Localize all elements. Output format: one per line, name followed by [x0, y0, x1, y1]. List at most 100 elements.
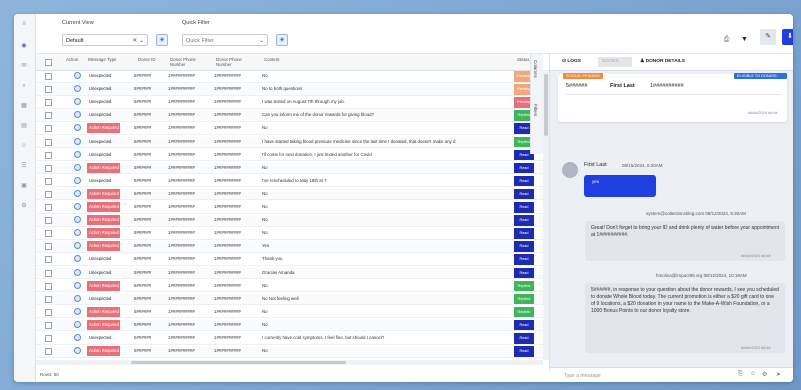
edit-icon[interactable]: ✎	[760, 29, 776, 45]
messages-icon[interactable]: ✉	[20, 62, 28, 70]
table-row[interactable]: Unexpected 5###### 1########## 1########## I…	[36, 333, 543, 345]
view-message-icon[interactable]	[74, 334, 81, 341]
row-checkbox[interactable]	[45, 295, 52, 303]
view-message-icon[interactable]	[74, 150, 81, 158]
view-message-icon[interactable]	[74, 268, 81, 276]
view-message-icon[interactable]	[74, 163, 81, 171]
menu-icon[interactable]: ≡	[20, 20, 28, 28]
tab-notes[interactable]: NOTES	[598, 57, 632, 67]
apply-filter-button[interactable]: ◈	[276, 34, 288, 46]
table-row[interactable]: Unexpected 5###### 1########## 1########## C…	[36, 110, 543, 122]
save-view-button[interactable]: ◈	[156, 34, 168, 46]
dashboard-icon[interactable]: ◉	[20, 42, 28, 50]
vertical-scrollbar[interactable]	[543, 70, 549, 360]
view-message-icon[interactable]	[74, 307, 81, 315]
calendar-icon[interactable]: ▦	[20, 102, 28, 110]
row-checkbox[interactable]	[45, 125, 52, 133]
select-all-checkbox[interactable]	[45, 59, 52, 66]
row-checkbox[interactable]	[45, 204, 52, 211]
view-message-icon[interactable]	[74, 229, 81, 237]
row-checkbox[interactable]	[45, 308, 52, 316]
horizontal-scrollbar[interactable]	[36, 360, 543, 365]
view-message-icon[interactable]	[74, 176, 81, 184]
current-view-select[interactable]: Default ✕ ⌄	[62, 34, 148, 46]
row-checkbox[interactable]	[45, 282, 52, 290]
row-checkbox[interactable]	[45, 230, 52, 238]
view-message-icon[interactable]	[74, 203, 81, 210]
row-checkbox[interactable]	[45, 348, 52, 356]
row-checkbox[interactable]	[45, 243, 52, 251]
row-checkbox[interactable]	[45, 138, 52, 146]
row-checkbox[interactable]	[45, 190, 52, 198]
view-message-icon[interactable]	[74, 189, 81, 197]
template-icon[interactable]: ⚙	[762, 371, 767, 378]
table-row[interactable]: Unexpected 5###### 1########## 1########## I…	[36, 175, 543, 188]
table-row[interactable]: Action Required 5###### 1########## 1######…	[36, 215, 543, 227]
filter-icon[interactable]: ▼	[738, 33, 751, 46]
view-message-icon[interactable]	[74, 98, 81, 106]
table-row[interactable]: Action Required 5###### 1########## 1######…	[36, 162, 543, 175]
reports-icon[interactable]: ▤	[20, 122, 28, 130]
table-row[interactable]: Unexpected 5###### 1########## 1########## T…	[36, 254, 543, 266]
emoji-icon[interactable]: ☺	[750, 371, 756, 377]
row-checkbox[interactable]	[45, 256, 52, 264]
table-row[interactable]: Unexpected 5###### 1########## 1########## N…	[36, 71, 543, 83]
scroll-thumb[interactable]	[544, 74, 548, 136]
columns-tab[interactable]: Columns	[533, 60, 538, 78]
table-row[interactable]: Action Required 5###### 1########## 1######…	[36, 306, 543, 319]
table-row[interactable]: Unexpected 5###### 1########## 1########## G…	[36, 267, 543, 280]
view-message-icon[interactable]	[74, 137, 81, 145]
search-icon[interactable]: ⌕	[20, 82, 28, 90]
table-row[interactable]: Action Required 5###### 1########## 1######…	[36, 202, 543, 214]
table-row[interactable]: Action Required 5###### 1########## 1######…	[36, 123, 543, 135]
download-icon[interactable]: ⬇	[782, 29, 793, 45]
table-row[interactable]: Action Required 5###### 1########## 1######…	[36, 188, 543, 201]
table-row[interactable]: Unexpected 5###### 1########## 1########## I…	[36, 97, 543, 109]
row-checkbox[interactable]	[45, 335, 52, 342]
view-message-icon[interactable]	[74, 216, 81, 224]
quick-filter-select[interactable]: Quick Filter ⌄	[182, 34, 268, 46]
table-row[interactable]: Action Required 5###### 1########## 1######…	[36, 228, 543, 240]
row-checkbox[interactable]	[45, 86, 52, 94]
table-row[interactable]: Action Required 5###### 1########## 1######…	[36, 280, 543, 293]
table-row[interactable]: Action Required 5###### 1########## 1######…	[36, 319, 543, 332]
col-donor-id[interactable]: Donor ID	[138, 57, 156, 62]
table-row[interactable]: Unexpected 5###### 1########## 1########## I…	[36, 136, 543, 149]
row-checkbox[interactable]	[45, 269, 52, 277]
view-message-icon[interactable]	[74, 255, 81, 263]
tab-logs[interactable]: ⊙ LOGS	[558, 57, 585, 67]
chevron-down-icon[interactable]: ⌄	[259, 35, 264, 47]
scroll-thumb-h[interactable]	[131, 361, 346, 364]
col-status[interactable]: Status	[517, 57, 529, 62]
col-content[interactable]: Content	[264, 57, 279, 62]
view-message-icon[interactable]	[74, 85, 81, 93]
message-input[interactable]: Type a message	[564, 373, 601, 379]
table-row[interactable]: Unexpected 5###### 1########## 1########## I…	[36, 149, 543, 162]
settings-icon[interactable]: ⚙	[20, 202, 28, 210]
row-checkbox[interactable]	[45, 112, 52, 120]
tab-donor-details[interactable]: ♟ DONOR DETAILS	[636, 57, 689, 67]
list-icon[interactable]: ☰	[20, 162, 28, 170]
attach-icon[interactable]: ⎘	[738, 371, 743, 378]
col-donor-phone-2[interactable]: Donor Phone Number	[216, 57, 252, 67]
view-message-icon[interactable]	[74, 72, 81, 79]
clear-chevron-icon[interactable]: ✕ ⌄	[132, 35, 144, 47]
row-checkbox[interactable]	[45, 73, 52, 80]
view-message-icon[interactable]	[74, 320, 81, 328]
col-message-type[interactable]: Message Type	[88, 57, 116, 62]
view-message-icon[interactable]	[74, 242, 81, 250]
send-icon[interactable]: ➤	[776, 371, 781, 378]
filters-tab[interactable]: Filters	[533, 104, 538, 116]
col-donor-phone[interactable]: Donor Phone Number	[170, 57, 206, 67]
grid-icon[interactable]: ▣	[20, 182, 28, 190]
view-message-icon[interactable]	[74, 347, 81, 355]
row-checkbox[interactable]	[45, 99, 52, 107]
row-checkbox[interactable]	[45, 177, 52, 185]
print-icon[interactable]: ⎙	[720, 33, 733, 46]
view-message-icon[interactable]	[74, 124, 81, 132]
row-checkbox[interactable]	[45, 151, 52, 159]
row-checkbox[interactable]	[45, 217, 52, 225]
view-message-icon[interactable]	[74, 294, 81, 302]
table-row[interactable]: Unexpected 5###### 1########## 1########## N…	[36, 293, 543, 306]
row-checkbox[interactable]	[45, 164, 52, 172]
